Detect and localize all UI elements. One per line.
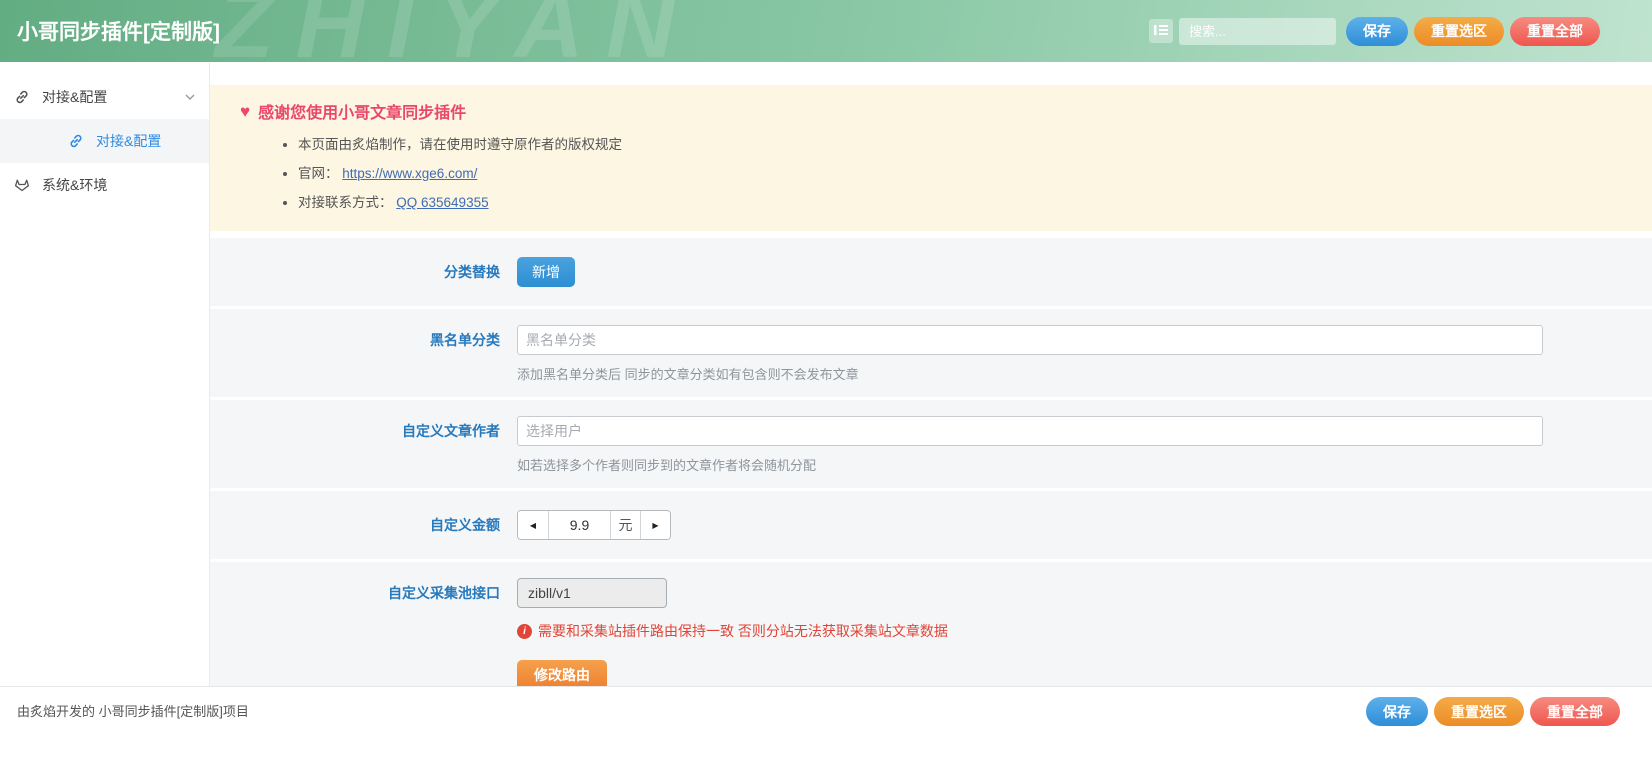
stepper-decrease-button[interactable]: ◀ — [518, 511, 548, 539]
notice-copyright-text: 本页面由炙焰制作，请在使用时遵守原作者的版权规定 — [298, 137, 622, 152]
footer-reset-selection-button[interactable]: 重置选区 — [1434, 697, 1524, 726]
api-route-input[interactable] — [517, 578, 667, 608]
field-label: 自定义金额 — [210, 510, 500, 540]
notice-contact-label: 对接联系方式： — [298, 195, 393, 210]
toc-list-icon — [1154, 24, 1168, 39]
amount-stepper: ◀ 元 ▶ — [517, 510, 671, 540]
footer-actions: 保存 重置选区 重置全部 — [1366, 697, 1620, 726]
notice-title: ♥ 感谢您使用小哥文章同步插件 — [240, 99, 1622, 123]
reset-all-button[interactable]: 重置全部 — [1510, 17, 1600, 46]
info-circle-icon: i — [517, 624, 532, 639]
page: ZHIYAN 小哥同步插件[定制版] 保存 重置选区 重置全部 — [0, 0, 1652, 774]
notice-box: ♥ 感谢您使用小哥文章同步插件 本页面由炙焰制作，请在使用时遵守原作者的版权规定… — [210, 85, 1652, 231]
notice-title-text: 感谢您使用小哥文章同步插件 — [258, 99, 466, 123]
chevron-down-icon — [185, 94, 195, 100]
app-title: 小哥同步插件[定制版] — [17, 16, 220, 46]
heart-icon: ♥ — [240, 103, 250, 120]
main-content: ♥ 感谢您使用小哥文章同步插件 本页面由炙焰制作，请在使用时遵守原作者的版权规定… — [210, 62, 1652, 686]
notice-item-website: 官网： https://www.xge6.com/ — [298, 162, 1622, 182]
link-icon — [68, 133, 84, 149]
gitlab-icon — [14, 177, 30, 193]
layout: 对接&配置 对接&配置 — [0, 62, 1652, 686]
header-bar: ZHIYAN 小哥同步插件[定制版] 保存 重置选区 重置全部 — [0, 0, 1652, 62]
sidebar-item-label: 对接&配置 — [42, 87, 107, 107]
sidebar-item-connect-config[interactable]: 对接&配置 — [0, 75, 209, 119]
field-control: 添加黑名单分类后 同步的文章分类如有包含则不会发布文章 — [517, 325, 1652, 383]
blacklist-input[interactable] — [517, 325, 1543, 355]
field-control: 如若选择多个作者则同步到的文章作者将会随机分配 — [517, 416, 1652, 474]
form-row-amount: 自定义金额 ◀ 元 ▶ — [210, 491, 1652, 559]
field-label: 分类替换 — [210, 257, 500, 287]
stepper-increase-button[interactable]: ▶ — [640, 511, 670, 539]
sidebar-subitem-connect-config[interactable]: 对接&配置 — [0, 119, 209, 163]
blacklist-help-text: 添加黑名单分类后 同步的文章分类如有包含则不会发布文章 — [517, 364, 1543, 383]
reset-selection-button[interactable]: 重置选区 — [1414, 17, 1504, 46]
api-warning: i 需要和采集站插件路由保持一致 否则分站无法获取采集站文章数据 — [517, 621, 1543, 641]
field-control: 新增 — [517, 257, 1652, 287]
notice-item-copyright: 本页面由炙焰制作，请在使用时遵守原作者的版权规定 — [298, 133, 1622, 153]
right-arrow-icon: ▶ — [652, 521, 658, 530]
form-row-category-replace: 分类替换 新增 — [210, 238, 1652, 306]
footer-reset-all-button[interactable]: 重置全部 — [1530, 697, 1620, 726]
header-watermark: ZHIYAN — [215, 0, 697, 62]
api-warning-text: 需要和采集站插件路由保持一致 否则分站无法获取采集站文章数据 — [538, 621, 948, 641]
author-help-text: 如若选择多个作者则同步到的文章作者将会随机分配 — [517, 455, 1543, 474]
sidebar: 对接&配置 对接&配置 — [0, 62, 210, 686]
modify-route-button[interactable]: 修改路由 — [517, 660, 607, 686]
sidebar-item-system-env[interactable]: 系统&环境 — [0, 163, 209, 207]
add-category-button[interactable]: 新增 — [517, 257, 575, 287]
link-icon — [14, 89, 30, 105]
amount-input[interactable] — [548, 511, 610, 539]
footer-save-button[interactable]: 保存 — [1366, 697, 1428, 726]
notice-list: 本页面由炙焰制作，请在使用时遵守原作者的版权规定 官网： https://www… — [240, 133, 1622, 211]
field-control: i 需要和采集站插件路由保持一致 否则分站无法获取采集站文章数据 修改路由 — [517, 578, 1652, 686]
field-label: 自定义文章作者 — [210, 416, 500, 474]
field-label: 自定义采集池接口 — [210, 578, 500, 686]
footer-credit-text: 由炙焰开发的 小哥同步插件[定制版]项目 — [17, 697, 249, 727]
header-actions: 保存 重置选区 重置全部 — [1149, 17, 1600, 46]
toc-list-button[interactable] — [1149, 19, 1173, 43]
sidebar-item-label: 对接&配置 — [96, 131, 161, 151]
form-row-blacklist: 黑名单分类 添加黑名单分类后 同步的文章分类如有包含则不会发布文章 — [210, 309, 1652, 397]
form-row-author: 自定义文章作者 如若选择多个作者则同步到的文章作者将会随机分配 — [210, 400, 1652, 488]
form-row-api: 自定义采集池接口 i 需要和采集站插件路由保持一致 否则分站无法获取采集站文章数… — [210, 562, 1652, 686]
field-label: 黑名单分类 — [210, 325, 500, 383]
left-arrow-icon: ◀ — [530, 521, 536, 530]
notice-item-contact: 对接联系方式： QQ 635649355 — [298, 191, 1622, 211]
amount-unit: 元 — [610, 511, 640, 539]
qq-contact-link[interactable]: QQ 635649355 — [396, 195, 488, 210]
search-input[interactable] — [1179, 18, 1336, 45]
save-button[interactable]: 保存 — [1346, 17, 1408, 46]
footer-bar: 由炙焰开发的 小哥同步插件[定制版]项目 保存 重置选区 重置全部 — [0, 686, 1652, 774]
sidebar-item-label: 系统&环境 — [42, 175, 107, 195]
author-select-input[interactable] — [517, 416, 1543, 446]
field-control: ◀ 元 ▶ — [517, 510, 1652, 540]
notice-website-label: 官网： — [298, 166, 339, 181]
website-link[interactable]: https://www.xge6.com/ — [342, 166, 477, 181]
